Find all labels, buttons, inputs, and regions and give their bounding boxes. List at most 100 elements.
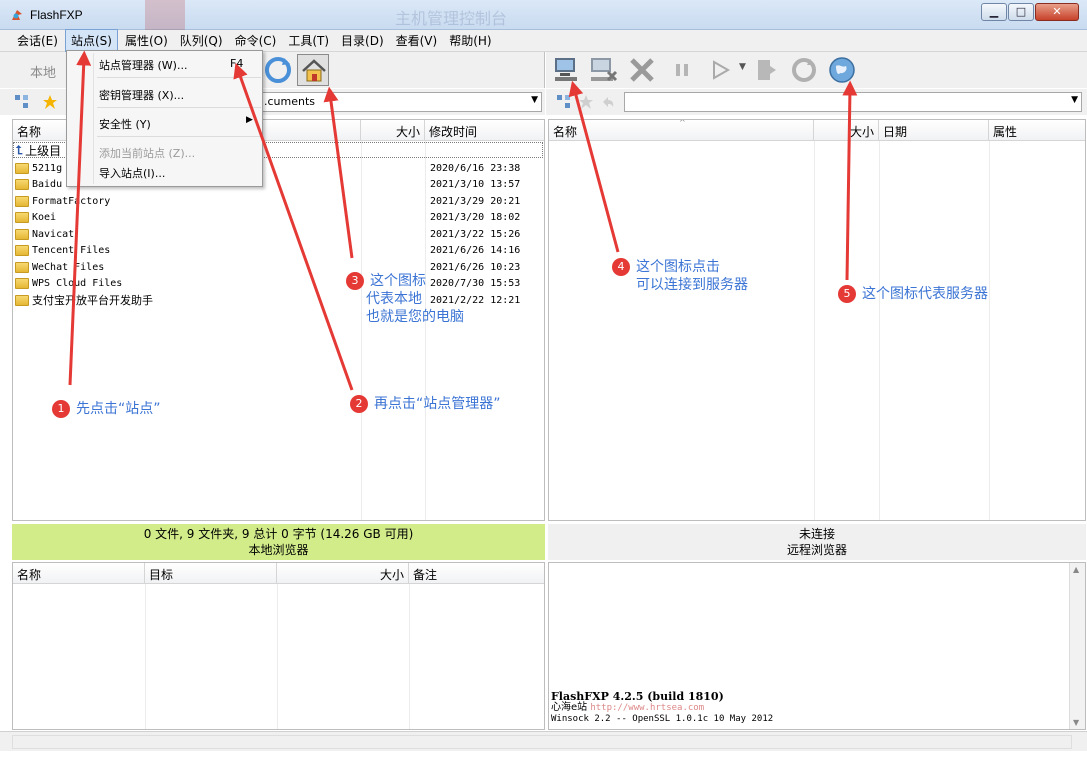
menu-queue[interactable]: 队列(Q)	[175, 30, 228, 51]
sync-browse-button[interactable]	[750, 54, 782, 86]
annotation-text: 代表本地	[366, 291, 422, 307]
annotation-text: 这个图标点击	[636, 259, 720, 275]
divider	[814, 141, 815, 520]
minimize-button[interactable]: ▁	[981, 3, 1007, 21]
queue-list[interactable]: 名称 目标 大小 备注	[12, 562, 545, 730]
list-item[interactable]: 支付宝开放平台开发助手 2021/2/22 12:21	[15, 292, 520, 308]
col-modified[interactable]: 修改时间	[425, 120, 544, 141]
local-path-value: ...cuments	[257, 95, 316, 108]
menu-item-key-manager[interactable]: 密钥管理器 (X)...	[99, 87, 184, 103]
file-name: WeChat Files	[32, 261, 105, 273]
file-name: FormatFactory	[32, 195, 111, 207]
refresh-icon	[265, 57, 291, 83]
watermark: 主机管理控制台	[145, 0, 585, 30]
menu-separator	[97, 136, 261, 137]
tree-view-icon[interactable]	[556, 94, 572, 110]
divider	[277, 584, 278, 729]
list-item[interactable]: FormatFactory 2021/3/29 20:21	[15, 193, 520, 209]
log-version: FlashFXP 4.2.5 (build 1810)	[551, 690, 724, 703]
transfer-button[interactable]	[704, 54, 736, 86]
col-attr[interactable]: 属性	[989, 120, 1085, 141]
queue-col-target[interactable]: 目标	[145, 563, 277, 584]
connect-button[interactable]	[552, 54, 584, 86]
window-title: FlashFXP	[30, 8, 83, 22]
annotation-text: 先点击“站点”	[76, 401, 161, 417]
col-size[interactable]: 大小	[361, 120, 425, 141]
col-date[interactable]: 日期	[879, 120, 989, 141]
annotation-text: 这个图标代表服务器	[862, 286, 988, 302]
remote-path-combo[interactable]: ▼	[624, 92, 1082, 112]
scroll-down-icon[interactable]: ▼	[1073, 718, 1079, 727]
menu-view[interactable]: 查看(V)	[391, 30, 443, 51]
folder-icon	[15, 294, 29, 306]
menu-commands[interactable]: 命令(C)	[230, 30, 282, 51]
annotation-4: 4 这个图标点击 可以连接到服务器	[612, 258, 748, 294]
globe-icon	[829, 57, 855, 83]
col-name[interactable]: 名称 ^	[549, 120, 814, 141]
list-item[interactable]: Navicat 2021/3/22 15:26	[15, 226, 520, 242]
folder-icon	[15, 277, 29, 289]
list-item[interactable]: Tencent Files 2021/6/26 14:16	[15, 242, 520, 258]
folder-icon	[15, 195, 29, 207]
local-path-combo[interactable]: ...cuments ▼	[252, 92, 542, 112]
log-scrollbar[interactable]: ▲ ▼	[1069, 563, 1085, 729]
abort-button[interactable]	[626, 54, 658, 86]
maximize-button[interactable]: □	[1008, 3, 1034, 21]
remote-status-connection: 未连接	[798, 527, 835, 541]
log-site-line: 心海e站 http://www.hrtsea.com	[551, 702, 773, 714]
divider	[879, 141, 880, 520]
home-icon	[302, 59, 326, 82]
scroll-up-icon[interactable]: ▲	[1073, 565, 1079, 574]
folder-icon	[15, 228, 29, 240]
file-name: WPS Cloud Files	[32, 277, 123, 289]
queue-col-note[interactable]: 备注	[409, 563, 544, 584]
file-name: Koei	[32, 211, 57, 223]
menu-options[interactable]: 属性(O)	[120, 30, 173, 51]
annotation-2: 2 再点击“站点管理器”	[350, 395, 501, 413]
annotation-badge: 1	[52, 400, 70, 418]
queue-col-size[interactable]: 大小	[277, 563, 409, 584]
local-home-button[interactable]	[297, 54, 329, 86]
local-status: 0 文件, 9 文件夹, 9 总计 0 字节 (14.26 GB 可用) 本地浏…	[12, 524, 545, 560]
file-date: 2020/6/16 23:38	[430, 162, 521, 174]
log-site-url[interactable]: http://www.hrtsea.com	[590, 703, 704, 713]
file-name: Tencent Files	[32, 244, 111, 256]
watermark-text: 主机管理控制台	[395, 9, 508, 28]
close-button[interactable]: ✕	[1035, 3, 1079, 21]
menu-directory[interactable]: 目录(D)	[336, 30, 389, 51]
file-date: 2021/3/10 13:57	[430, 178, 521, 190]
divider	[989, 141, 990, 520]
queue-col-name[interactable]: 名称	[13, 563, 145, 584]
favorites-star-icon[interactable]	[578, 94, 594, 110]
file-name: Navicat	[32, 228, 75, 240]
transfer-dropdown-icon[interactable]: ▼	[739, 62, 746, 72]
menu-session[interactable]: 会话(E)	[12, 30, 63, 51]
menu-item-site-manager[interactable]: 站点管理器 (W)...	[99, 57, 187, 73]
remote-path-row: ▼	[546, 89, 1087, 115]
col-size[interactable]: 大小	[814, 120, 879, 141]
menu-item-import-sites[interactable]: 导入站点(I)...	[99, 165, 165, 181]
status-bar	[0, 731, 1087, 751]
menu-sites[interactable]: 站点(S)	[64, 29, 118, 52]
local-status-summary: 0 文件, 9 文件夹, 9 总计 0 字节 (14.26 GB 可用)	[143, 527, 414, 541]
favorites-star-icon[interactable]	[42, 94, 58, 110]
menu-help[interactable]: 帮助(H)	[444, 30, 496, 51]
tree-view-icon[interactable]	[14, 94, 30, 110]
menu-gutter	[93, 53, 94, 184]
list-item[interactable]: Koei 2021/3/20 18:02	[15, 209, 520, 225]
remote-file-list[interactable]: 名称 ^ 大小 日期 属性	[548, 119, 1086, 521]
refresh-remote-button[interactable]	[788, 54, 820, 86]
list-item[interactable]: WPS Cloud Files 2020/7/30 15:53	[15, 275, 520, 291]
sites-menu-dropdown: 站点管理器 (W)... F4 密钥管理器 (X)... 安全性 (Y) ▶ 添…	[66, 50, 263, 187]
menu-item-security[interactable]: 安全性 (Y)	[99, 116, 151, 132]
back-icon[interactable]	[600, 94, 616, 110]
status-log[interactable]: FlashFXP 4.2.5 (build 1810) 心海e站 http://…	[548, 562, 1086, 730]
annotation-badge: 3	[346, 272, 364, 290]
flashfxp-logo-icon	[12, 10, 22, 20]
list-item[interactable]: WeChat Files 2021/6/26 10:23	[15, 259, 520, 275]
disconnect-button[interactable]	[588, 54, 620, 86]
menu-tools[interactable]: 工具(T)	[283, 30, 334, 51]
server-button[interactable]	[826, 54, 858, 86]
refresh-local-button[interactable]	[262, 54, 294, 86]
pause-button[interactable]	[666, 54, 698, 86]
